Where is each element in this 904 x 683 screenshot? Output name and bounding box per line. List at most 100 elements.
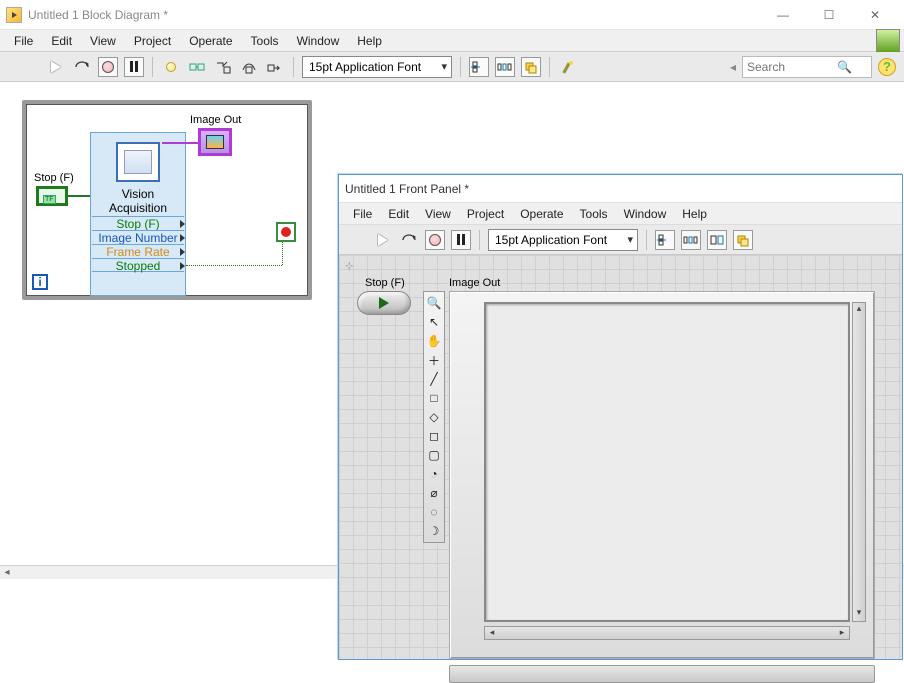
image-info-slider[interactable] bbox=[449, 665, 875, 683]
fp-menubar: File Edit View Project Operate Tools Win… bbox=[339, 203, 902, 225]
while-loop-structure[interactable]: Image Out Stop (F) TF VisionAcquisition … bbox=[22, 100, 312, 300]
run-button[interactable] bbox=[46, 57, 66, 77]
fp-menu-edit[interactable]: Edit bbox=[380, 205, 417, 223]
block-diagram-client[interactable]: Image Out Stop (F) TF VisionAcquisition … bbox=[0, 82, 904, 565]
tool-rectangle-icon[interactable]: □ bbox=[425, 389, 443, 407]
reorder-button[interactable] bbox=[521, 57, 541, 77]
tool-arc-icon[interactable]: ☽ bbox=[425, 522, 443, 540]
close-button[interactable]: ✕ bbox=[852, 0, 898, 30]
menu-file[interactable]: File bbox=[6, 32, 41, 50]
fp-align-button[interactable] bbox=[655, 230, 675, 250]
origin-marker-icon: ⊹ bbox=[345, 261, 353, 272]
menu-project[interactable]: Project bbox=[126, 32, 179, 50]
vi-terminal-frame-rate[interactable]: Frame Rate bbox=[92, 244, 184, 258]
menu-tools[interactable]: Tools bbox=[243, 32, 287, 50]
maximize-button[interactable]: ☐ bbox=[806, 0, 852, 30]
tool-annulus-icon[interactable]: ⌀ bbox=[425, 484, 443, 502]
main-window-title: Untitled 1 Block Diagram * bbox=[28, 8, 168, 22]
fp-pause-button[interactable] bbox=[451, 230, 471, 250]
image-display-indicator[interactable]: ▴▾ ◂▸ bbox=[449, 291, 875, 659]
stop-boolean-terminal[interactable]: TF bbox=[36, 186, 68, 206]
fp-menu-project[interactable]: Project bbox=[459, 205, 512, 223]
font-selector[interactable]: 15pt Application Font bbox=[302, 56, 452, 78]
tool-freehand-icon[interactable]: ◔ bbox=[425, 465, 443, 483]
fp-titlebar: Untitled 1 Front Panel * bbox=[339, 175, 902, 203]
tool-circle-icon[interactable]: ◌ bbox=[425, 503, 443, 521]
stop-control-label: Stop (F) bbox=[34, 172, 74, 184]
front-panel-window[interactable]: Untitled 1 Front Panel * File Edit View … bbox=[338, 174, 903, 660]
labview-app-icon bbox=[6, 7, 22, 23]
wire-stop-to-vi[interactable] bbox=[68, 195, 90, 197]
vi-icon-corner[interactable] bbox=[876, 29, 900, 53]
fp-client-area[interactable]: ⊹ Stop (F) Image Out 🔍 ↖ ✋ ＋ ╱ □ ◇ ◻ ▢ ◔… bbox=[339, 255, 902, 659]
fp-menu-file[interactable]: File bbox=[345, 205, 380, 223]
tf-datatype-badge: TF bbox=[43, 195, 56, 204]
fp-font-selector[interactable]: 15pt Application Font bbox=[488, 229, 638, 251]
cleanup-diagram-button[interactable] bbox=[558, 57, 578, 77]
loop-iteration-terminal[interactable]: i bbox=[32, 274, 48, 290]
tool-oval-icon[interactable]: ◻ bbox=[425, 427, 443, 445]
highlight-execution-button[interactable] bbox=[161, 57, 181, 77]
fp-run-continuous-button[interactable] bbox=[399, 230, 419, 250]
menu-view[interactable]: View bbox=[82, 32, 124, 50]
main-toolbar: 15pt Application Font ◂ 🔍 ? bbox=[0, 52, 904, 82]
fp-image-out-label: Image Out bbox=[449, 277, 500, 289]
search-box[interactable]: 🔍 bbox=[742, 56, 872, 78]
fp-reorder-button[interactable] bbox=[733, 230, 753, 250]
tool-pan-icon[interactable]: ✋ bbox=[425, 332, 443, 350]
vi-terminal-stop[interactable]: Stop (F) bbox=[92, 216, 184, 230]
tool-zoom-icon[interactable]: 🔍 bbox=[425, 294, 443, 312]
step-into-button[interactable] bbox=[213, 57, 233, 77]
loop-condition-terminal[interactable] bbox=[276, 222, 296, 242]
wire-stopped-to-condition-h[interactable] bbox=[186, 265, 282, 266]
main-menubar: File Edit View Project Operate Tools Win… bbox=[0, 30, 904, 52]
step-over-button[interactable] bbox=[239, 57, 259, 77]
fp-menu-help[interactable]: Help bbox=[674, 205, 715, 223]
abort-button[interactable] bbox=[98, 57, 118, 77]
image-out-label: Image Out bbox=[190, 114, 241, 126]
fp-resize-button[interactable] bbox=[707, 230, 727, 250]
scroll-left-icon[interactable]: ◂ bbox=[0, 566, 14, 579]
fp-stop-label: Stop (F) bbox=[365, 277, 405, 289]
fp-menu-view[interactable]: View bbox=[417, 205, 459, 223]
tool-rotated-rect-icon[interactable]: ◇ bbox=[425, 408, 443, 426]
menu-window[interactable]: Window bbox=[289, 32, 348, 50]
run-continuous-button[interactable] bbox=[72, 57, 92, 77]
context-help-button[interactable]: ? bbox=[878, 58, 896, 76]
menu-edit[interactable]: Edit bbox=[43, 32, 80, 50]
wire-vi-to-imageout[interactable] bbox=[162, 142, 198, 144]
retain-wire-values-button[interactable] bbox=[187, 57, 207, 77]
search-icon[interactable]: 🔍 bbox=[837, 60, 852, 74]
vi-terminal-image-number[interactable]: Image Number bbox=[92, 230, 184, 244]
minimize-button[interactable]: — bbox=[760, 0, 806, 30]
fp-window-title: Untitled 1 Front Panel * bbox=[345, 182, 469, 196]
tool-point-icon[interactable]: ＋ bbox=[425, 351, 443, 369]
tool-pointer-icon[interactable]: ↖ bbox=[425, 313, 443, 331]
step-out-button[interactable] bbox=[265, 57, 285, 77]
search-input[interactable] bbox=[747, 60, 837, 74]
tool-polygon-icon[interactable]: ▢ bbox=[425, 446, 443, 464]
image-vertical-scrollbar[interactable]: ▴▾ bbox=[852, 302, 866, 622]
image-horizontal-scrollbar[interactable]: ◂▸ bbox=[484, 626, 850, 640]
vi-terminal-stopped[interactable]: Stopped bbox=[92, 258, 184, 272]
align-objects-button[interactable] bbox=[469, 57, 489, 77]
fp-run-button[interactable] bbox=[373, 230, 393, 250]
vision-acquisition-vi-icon[interactable] bbox=[116, 142, 160, 182]
fp-menu-operate[interactable]: Operate bbox=[512, 205, 571, 223]
vision-acquisition-vi-name: VisionAcquisition bbox=[94, 188, 182, 216]
distribute-objects-button[interactable] bbox=[495, 57, 515, 77]
fp-menu-tools[interactable]: Tools bbox=[572, 205, 616, 223]
image-out-indicator-terminal[interactable] bbox=[198, 128, 232, 156]
image-tool-palette: 🔍 ↖ ✋ ＋ ╱ □ ◇ ◻ ▢ ◔ ⌀ ◌ ☽ bbox=[423, 291, 445, 543]
menu-operate[interactable]: Operate bbox=[181, 32, 240, 50]
fp-abort-button[interactable] bbox=[425, 230, 445, 250]
fp-distribute-button[interactable] bbox=[681, 230, 701, 250]
image-canvas[interactable] bbox=[484, 302, 850, 622]
fp-menu-window[interactable]: Window bbox=[616, 205, 675, 223]
tool-line-icon[interactable]: ╱ bbox=[425, 370, 443, 388]
menu-help[interactable]: Help bbox=[349, 32, 390, 50]
fp-stop-button[interactable] bbox=[357, 291, 411, 315]
main-titlebar: Untitled 1 Block Diagram * — ☐ ✕ bbox=[0, 0, 904, 30]
pause-button[interactable] bbox=[124, 57, 144, 77]
fp-toolbar: 15pt Application Font bbox=[339, 225, 902, 255]
